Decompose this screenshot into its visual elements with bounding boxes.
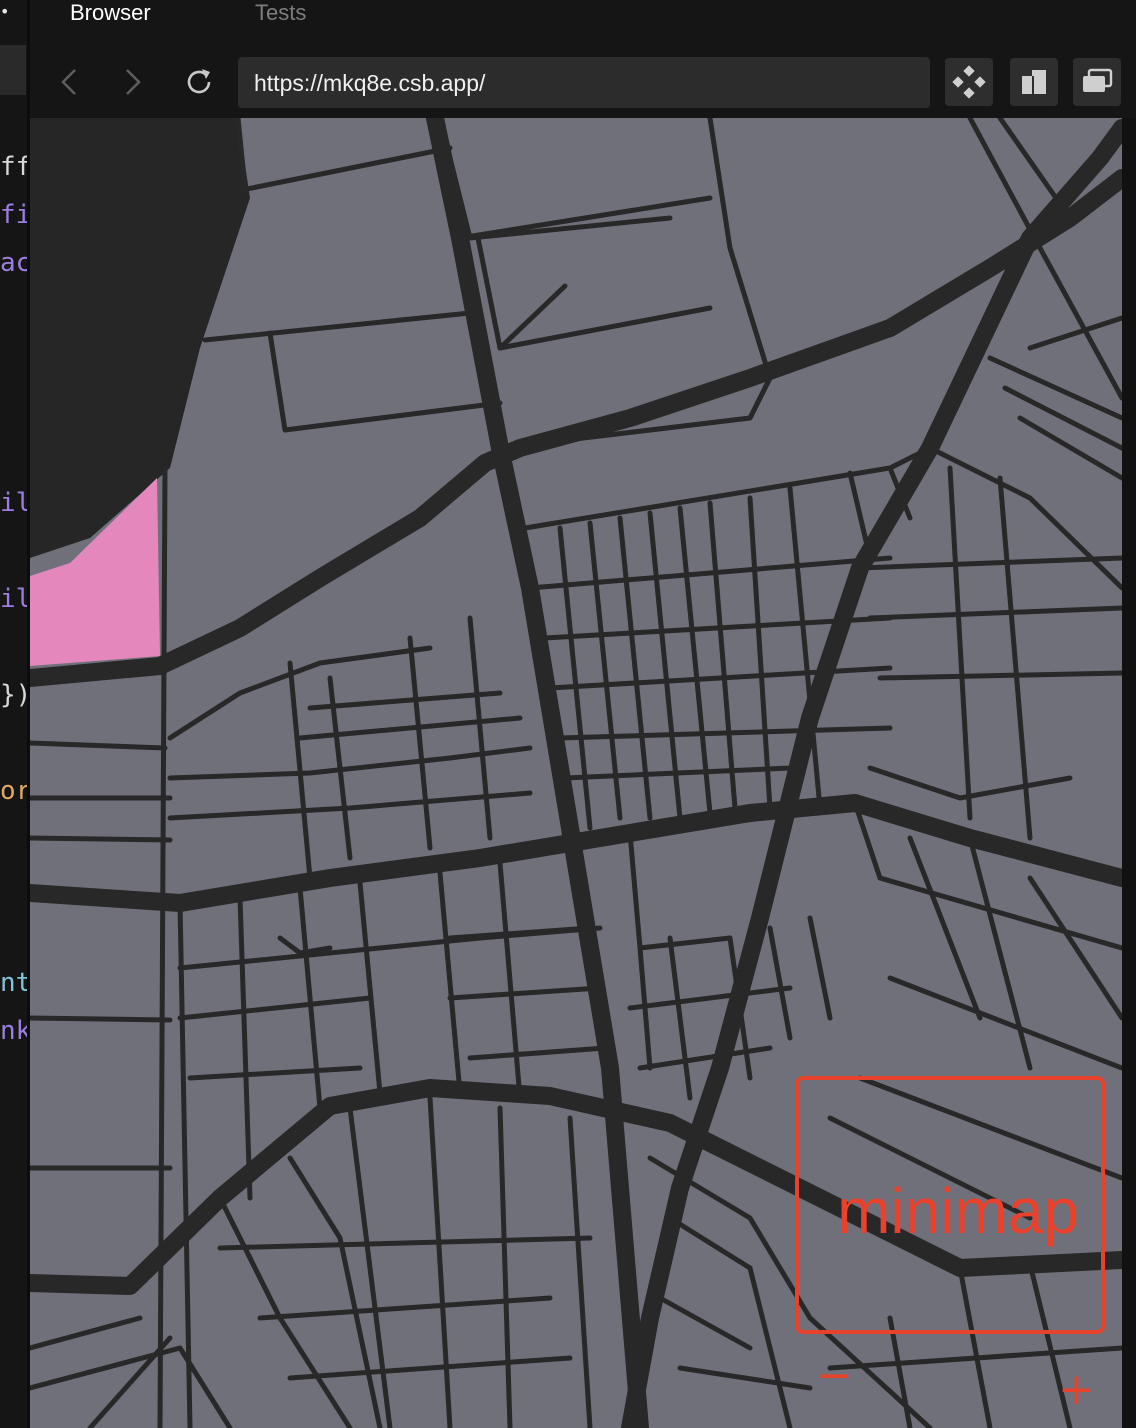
- url-text[interactable]: https://mkq8e.csb.app/: [254, 69, 485, 97]
- split-view-icon: [1022, 70, 1046, 94]
- code-line[interactable]: fi: [0, 200, 30, 230]
- code-line[interactable]: nk: [0, 1016, 30, 1046]
- diamond-grid-icon: [952, 65, 986, 99]
- editor-tab-bar: •: [0, 0, 30, 45]
- code-line[interactable]: nt: [0, 968, 30, 998]
- browser-pane: Browser Tests https://mkq8e.csb.app/ min…: [30, 0, 1136, 1428]
- code-line[interactable]: il: [0, 488, 30, 518]
- browser-toolbar: https://mkq8e.csb.app/: [30, 45, 1136, 118]
- browser-viewport[interactable]: minimap − +: [30, 118, 1122, 1428]
- tab-browser[interactable]: Browser: [70, 0, 151, 26]
- back-button[interactable]: [48, 60, 92, 104]
- chevron-right-icon: [126, 69, 141, 95]
- code-line[interactable]: ff: [0, 152, 30, 182]
- zoom-in-button[interactable]: +: [1058, 1368, 1095, 1412]
- devtools-button[interactable]: [945, 58, 993, 106]
- code-line[interactable]: }): [0, 680, 30, 710]
- editor-path-bar: [0, 45, 26, 95]
- unsaved-indicator: •: [0, 2, 10, 21]
- windows-icon: [1083, 68, 1113, 92]
- viewport-scrollbar[interactable]: [1122, 118, 1136, 1428]
- tab-tests[interactable]: Tests: [255, 0, 306, 26]
- reload-icon: [187, 69, 211, 94]
- minimap-label: minimap: [837, 1175, 1079, 1247]
- zoom-out-button[interactable]: −: [816, 1354, 853, 1398]
- code-line[interactable]: or: [0, 776, 30, 806]
- address-bar[interactable]: https://mkq8e.csb.app/: [238, 57, 930, 108]
- chevron-left-icon: [61, 69, 76, 95]
- reload-button[interactable]: [177, 60, 221, 104]
- browser-tabs: Browser Tests: [30, 0, 1136, 45]
- code-editor-pane: • ff fi ac il il }) or nt nk: [0, 0, 30, 1428]
- code-line[interactable]: ac: [0, 248, 30, 278]
- code-line[interactable]: il: [0, 584, 30, 614]
- open-window-button[interactable]: [1073, 58, 1121, 106]
- forward-button[interactable]: [110, 60, 154, 104]
- split-view-button[interactable]: [1010, 58, 1058, 106]
